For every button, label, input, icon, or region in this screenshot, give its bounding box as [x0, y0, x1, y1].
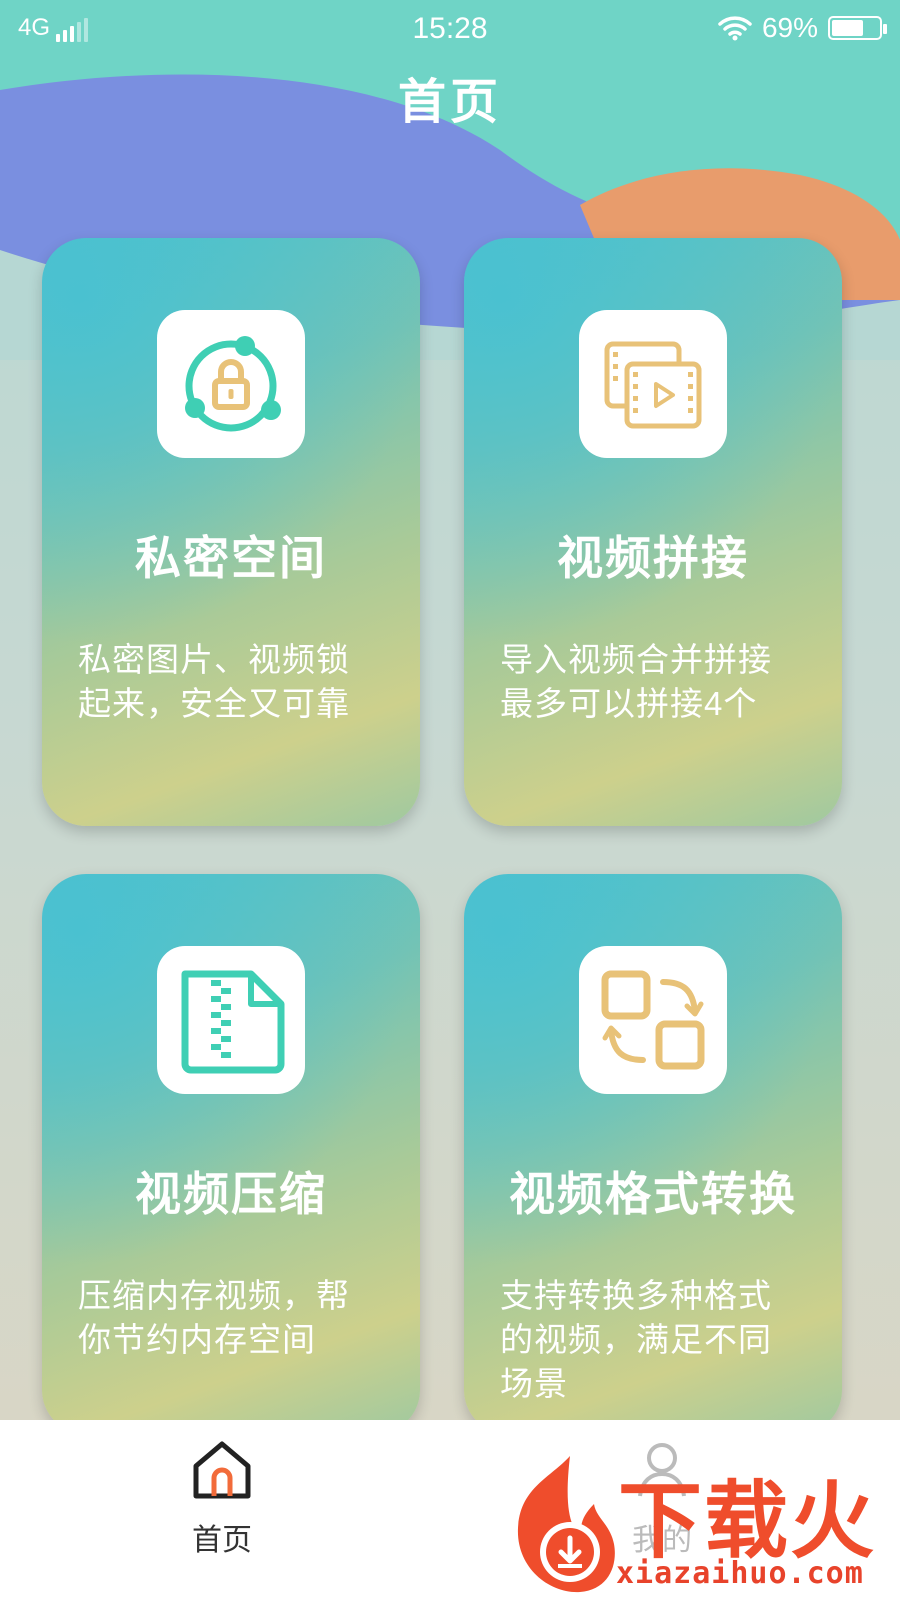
card-description: 导入视频合并拼接 最多可以拼接4个 [500, 638, 812, 726]
card-format-convert[interactable]: 视频格式转换 支持转换多种格式 的视频，满足不同 场景 [464, 874, 842, 1434]
card-icon-box [579, 946, 727, 1094]
card-description: 压缩内存视频，帮 你节约内存空间 [78, 1274, 390, 1362]
card-description: 私密图片、视频锁 起来，安全又可靠 [78, 638, 390, 726]
desc-line: 起来，安全又可靠 [78, 685, 350, 722]
card-title: 视频格式转换 [509, 1168, 797, 1220]
battery-icon [828, 16, 887, 40]
card-video-splice[interactable]: 视频拼接 导入视频合并拼接 最多可以拼接4个 [464, 238, 842, 826]
card-icon-box [579, 310, 727, 458]
watermark-logo: 下载火 xiazaihuo.com [510, 1448, 890, 1598]
desc-line: 支持转换多种格式 [500, 1277, 772, 1314]
watermark-url: xiazaihuo.com [616, 1556, 864, 1591]
card-private-space[interactable]: 私密空间 私密图片、视频锁 起来，安全又可靠 [42, 238, 420, 826]
desc-line: 最多可以拼接4个 [500, 685, 758, 722]
status-right: 69% [718, 12, 887, 44]
tab-label: 首页 [192, 1524, 252, 1557]
card-description: 支持转换多种格式 的视频，满足不同 场景 [500, 1274, 812, 1406]
wifi-icon [718, 16, 752, 41]
bottom-tab-bar: 首页 我的 下载火 xiazaihuo.com [0, 1420, 900, 1600]
card-title: 视频拼接 [557, 532, 749, 584]
card-icon-box [157, 310, 305, 458]
zip-file-icon [181, 970, 285, 1074]
video-splice-icon [604, 341, 702, 429]
page-title: 首页 [397, 76, 502, 129]
home-icon [193, 1441, 251, 1499]
desc-line: 场景 [500, 1365, 568, 1402]
format-convert-icon [601, 970, 705, 1070]
status-bar: 4G 15:28 69% [0, 0, 900, 60]
desc-line: 的视频，满足不同 [500, 1321, 772, 1358]
card-icon-box [157, 946, 305, 1094]
desc-line: 私密图片、视频锁 [78, 641, 350, 678]
card-video-compress[interactable]: 视频压缩 压缩内存视频，帮 你节约内存空间 [42, 874, 420, 1434]
desc-line: 你节约内存空间 [78, 1321, 316, 1358]
desc-line: 导入视频合并拼接 [500, 641, 772, 678]
card-title: 私密空间 [135, 532, 327, 584]
desc-line: 压缩内存视频，帮 [78, 1277, 350, 1314]
card-title: 视频压缩 [135, 1168, 327, 1220]
battery-percent: 69% [761, 12, 818, 43]
lock-icon [185, 336, 281, 432]
tab-home[interactable]: 首页 [142, 1438, 302, 1559]
flame-download-icon [517, 1456, 615, 1593]
